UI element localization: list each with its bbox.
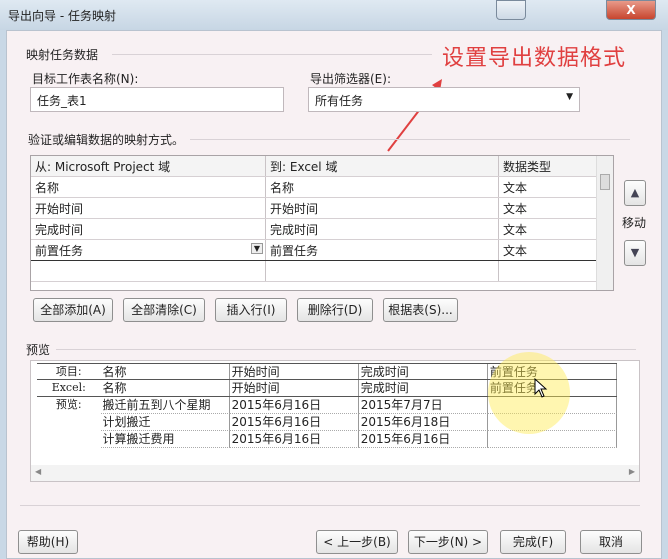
delete-row-button[interactable]: 删除行(D) [297, 298, 373, 322]
move-up-button[interactable]: ▲ [624, 180, 646, 206]
preview-cell: 计划搬迁 [100, 414, 230, 431]
scroll-left-icon[interactable]: ◀ [35, 467, 41, 476]
target-sheet-label: 目标工作表名称(N): [32, 72, 139, 86]
from-field[interactable]: 开始时间 [31, 198, 266, 218]
base-on-table-button[interactable]: 根据表(S)... [383, 298, 458, 322]
row-label: 项目: [55, 365, 82, 378]
preview-cell: 开始时间 [230, 364, 359, 379]
divider [20, 505, 640, 506]
cancel-button[interactable]: 取消 [580, 530, 642, 554]
row-label: 预览: [55, 398, 82, 411]
vertical-scrollbar[interactable] [596, 156, 613, 290]
chevron-down-icon[interactable]: ▼ [250, 243, 263, 254]
data-type: 文本 [499, 219, 597, 239]
to-field[interactable]: 开始时间 [266, 198, 499, 218]
column-header-from[interactable]: 从: Microsoft Project 域 [31, 156, 266, 176]
table-row[interactable]: 名称 名称 文本 [31, 177, 613, 198]
from-field-dropdown[interactable]: 前置任务 ▼ [31, 240, 266, 260]
horizontal-scrollbar[interactable]: ◀ ▶ [31, 465, 639, 481]
data-type: 文本 [499, 240, 597, 260]
data-type: 文本 [499, 177, 597, 197]
scrollbar-thumb[interactable] [600, 174, 610, 190]
preview-cell: 2015年6月16日 [358, 431, 488, 448]
column-header-type[interactable]: 数据类型 [499, 156, 597, 176]
from-field-value: 前置任务 [35, 244, 84, 258]
data-type: 文本 [499, 198, 597, 218]
preview-cell: 2015年6月16日 [229, 414, 359, 431]
preview-cell: 2015年6月16日 [229, 431, 359, 448]
mapping-grid: 从: Microsoft Project 域 到: Excel 域 数据类型 名… [30, 155, 614, 291]
mapping-label: 验证或编辑数据的映射方式。 [28, 133, 185, 147]
arrow-up-icon: ▲ [630, 186, 640, 199]
close-button[interactable]: X [606, 0, 656, 20]
export-filter-value: 所有任务 [315, 94, 364, 108]
help-button[interactable]: 帮助(H) [18, 530, 78, 554]
next-button[interactable]: 下一步(N) > [408, 530, 488, 554]
move-down-button[interactable]: ▼ [624, 240, 646, 266]
preview-cell: 搬迁前五到八个星期 [100, 397, 230, 414]
table-row[interactable]: 开始时间 开始时间 文本 [31, 198, 613, 219]
preview-cell [487, 431, 617, 448]
mouse-cursor-icon [534, 378, 548, 398]
finish-button[interactable]: 完成(F) [500, 530, 566, 554]
preview-cell: 完成时间 [359, 380, 488, 396]
grid-header: 从: Microsoft Project 域 到: Excel 域 数据类型 [31, 156, 613, 177]
to-field[interactable]: 前置任务 [266, 240, 499, 260]
divider [112, 54, 432, 55]
to-field[interactable]: 名称 [266, 177, 499, 197]
clear-all-button[interactable]: 全部清除(C) [123, 298, 205, 322]
preview-cell: 开始时间 [230, 380, 359, 396]
to-field[interactable]: 完成时间 [266, 219, 499, 239]
export-filter-label: 导出筛选器(E): [310, 72, 391, 86]
divider [56, 349, 636, 350]
preview-cell: 名称 [101, 380, 230, 396]
preview-cell: 2015年6月16日 [229, 397, 359, 414]
preview-cell: 计算搬迁费用 [100, 431, 230, 448]
insert-row-button[interactable]: 插入行(I) [215, 298, 287, 322]
cursor-highlight [488, 352, 570, 434]
target-sheet-input[interactable]: 任务_表1 [30, 87, 284, 112]
from-field[interactable]: 完成时间 [31, 219, 266, 239]
from-field[interactable]: 名称 [31, 177, 266, 197]
group-mapping-title: 映射任务数据 [26, 48, 99, 62]
row-label: Excel: [51, 381, 86, 394]
export-filter-select[interactable]: 所有任务 ▼ [308, 87, 580, 112]
divider [190, 139, 630, 140]
move-label: 移动 [622, 216, 647, 230]
column-header-to[interactable]: 到: Excel 域 [266, 156, 499, 176]
preview-cell: 2015年6月18日 [358, 414, 488, 431]
back-button[interactable]: < 上一步(B) [316, 530, 398, 554]
scroll-right-icon[interactable]: ▶ [629, 467, 635, 476]
table-row[interactable]: 完成时间 完成时间 文本 [31, 219, 613, 240]
preview-cell: 完成时间 [359, 364, 488, 379]
add-all-button[interactable]: 全部添加(A) [33, 298, 113, 322]
table-row[interactable]: 前置任务 ▼ 前置任务 文本 [31, 240, 613, 261]
table-row-empty[interactable] [31, 261, 613, 282]
arrow-down-icon: ▼ [630, 246, 640, 259]
annotation-text: 设置导出数据格式 [442, 46, 627, 71]
window-title: 导出向导 - 任务映射 [8, 9, 116, 23]
preview-label: 预览 [26, 343, 51, 357]
restore-button[interactable] [496, 0, 526, 20]
chevron-down-icon: ▼ [566, 92, 573, 102]
preview-cell: 2015年7月7日 [358, 397, 488, 414]
preview-cell: 名称 [101, 364, 230, 379]
